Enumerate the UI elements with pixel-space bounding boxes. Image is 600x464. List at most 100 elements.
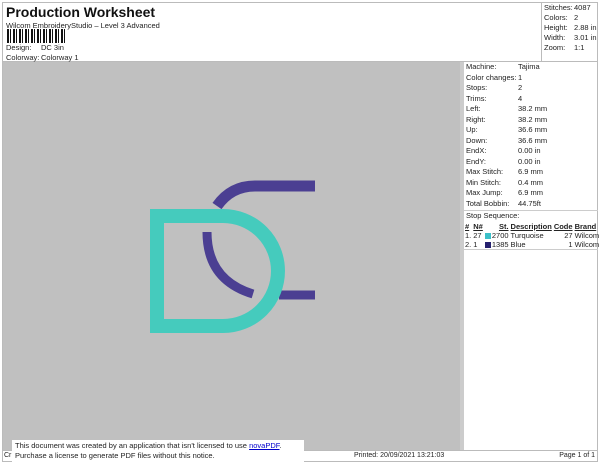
property-value: 38.2 mm (518, 114, 548, 124)
license-notice: This document was created by an applicat… (12, 440, 304, 462)
property-row: Min Stitch: 0.4 mm (464, 178, 598, 189)
property-label: EndY: (466, 156, 487, 166)
stop-sequence-title: Stop Sequence: (466, 211, 520, 220)
colorway-row: Colorway: Colorway 1 (6, 53, 79, 62)
property-row: Right: 38.2 mm (464, 115, 598, 126)
color-swatch (484, 232, 491, 239)
property-label: Left: (466, 104, 481, 113)
embroidery-design (150, 180, 315, 333)
property-value: 6.9 mm (518, 188, 544, 197)
property-row: Color changes: 1 (464, 73, 598, 84)
property-label: EndX: (466, 146, 487, 155)
c-inner-arc (202, 231, 255, 299)
column-header: Brand (574, 221, 597, 231)
notice-line1: This document was created by an applicat… (15, 441, 250, 450)
property-value: 36.6 mm (518, 135, 548, 145)
stat-row: Height: 2.88 in (544, 23, 597, 33)
color-code: 1 (568, 239, 573, 249)
property-value: 0.4 mm (518, 177, 544, 187)
property-row: Total Bobbin: 44.75ft (464, 199, 598, 210)
property-value: 0.00 in (518, 156, 541, 166)
row-index: 1. (465, 230, 472, 240)
row-index: 2. (465, 239, 472, 249)
column-header: St. (498, 221, 509, 231)
property-label: Trims: (466, 93, 487, 103)
stat-row: Width: 3.01 in (544, 33, 597, 43)
property-row: Up: 36.6 mm (464, 125, 598, 136)
c-top-stroke (212, 180, 315, 210)
property-row: Machine: Tajima (464, 62, 598, 73)
property-value: 1 (518, 72, 523, 82)
color-swatch (484, 241, 491, 248)
footer-left: Cr (4, 452, 12, 459)
stat-row: Stitches:4087 (544, 3, 596, 13)
stat-label: Zoom: (544, 43, 566, 52)
colorway-value: Colorway 1 (41, 53, 79, 62)
property-value: 38.2 mm (518, 104, 548, 113)
property-value: 0.00 in (518, 146, 541, 155)
barcode (7, 29, 67, 43)
column-header: Description (510, 221, 552, 231)
novapdf-link[interactable]: novaPDF (249, 441, 279, 450)
stat-value: 2.88 in (574, 23, 597, 32)
needle-number: 27 (473, 230, 482, 240)
printed-date: Printed: 20/09/2021 13:21:03 (354, 452, 445, 459)
property-value: 2 (518, 83, 523, 92)
column-header: Code (553, 221, 573, 231)
stat-label: Colors: (544, 13, 568, 22)
page-number: Page 1 of 1 (559, 452, 595, 459)
stat-label: Width: (544, 33, 566, 42)
property-label: Total Bobbin: (466, 198, 510, 208)
property-row: Max Jump: 6.9 mm (464, 188, 598, 199)
stat-value: 3.01 in (574, 33, 597, 42)
stitch-count: 2700 (491, 230, 509, 240)
property-label: Down: (466, 135, 488, 145)
stat-label: Height: (544, 23, 568, 32)
thread-brand: Wilcom (574, 239, 600, 249)
colorway-label: Colorway: (6, 53, 40, 62)
design-stats: Stitches:4087 Colors: 2 Height: 2.88 in Width… (541, 2, 598, 62)
property-row: Left: 38.2 mm (464, 104, 598, 115)
thread-brand: Wilcom (574, 230, 600, 240)
property-label: Right: (466, 114, 486, 124)
stitch-count: 1385 (491, 239, 509, 249)
stat-row: Zoom: 1:1 (544, 43, 596, 53)
property-value: 6.9 mm (518, 167, 544, 176)
stop-sequence: Stop Sequence: # N# St. Description Code Bran… (464, 210, 600, 250)
stat-value: 4087 (574, 3, 591, 12)
needle-number: 1 (473, 239, 478, 249)
stop-sequence-table: # N# St. Description Code Brand 1. 27 2700 Turquo… (464, 222, 600, 249)
color-description: Turquoise (510, 230, 544, 240)
property-value: Tajima (518, 62, 540, 71)
property-label: Min Stitch: (466, 177, 502, 187)
page-title: Production Worksheet (6, 4, 156, 20)
stat-value: 2 (574, 13, 579, 22)
design-preview (3, 62, 460, 450)
property-label: Machine: (466, 62, 497, 71)
property-label: Max Stitch: (466, 167, 504, 176)
property-value: 4 (518, 93, 523, 103)
property-value: 44.75ft (518, 198, 541, 208)
design-value: DC 3in (41, 43, 64, 52)
notice-line2: Purchase a license to generate PDF files… (15, 451, 215, 460)
table-row: 2. 1 1385 Blue 1 Wilcom (464, 240, 600, 249)
color-description: Blue (510, 239, 526, 249)
property-row: Max Stitch: 6.9 mm (464, 167, 598, 178)
stat-value: 1:1 (574, 43, 585, 52)
property-value: 36.6 mm (518, 125, 548, 134)
property-row: EndX: 0.00 in (464, 146, 598, 157)
property-label: Max Jump: (466, 188, 503, 197)
property-row: EndY: 0.00 in (464, 157, 598, 168)
design-row: Design: DC 3in (6, 43, 64, 52)
worksheet-header: Production Worksheet Wilcom EmbroiderySt… (2, 2, 541, 62)
property-row: Stops: 2 (464, 83, 598, 94)
property-label: Up: (466, 125, 478, 134)
property-row: Down: 36.6 mm (464, 136, 598, 147)
stat-row: Colors: 2 (544, 13, 596, 23)
property-label: Stops: (466, 83, 488, 92)
column-header: # (465, 221, 470, 231)
design-label: Design: (6, 43, 32, 52)
properties-panel: Machine: Tajima Color changes: 1 Stops: 2 Trim… (460, 62, 600, 450)
machine-properties: Machine: Tajima Color changes: 1 Stops: 2 Trim… (464, 62, 598, 209)
notice-period: . (279, 441, 282, 450)
